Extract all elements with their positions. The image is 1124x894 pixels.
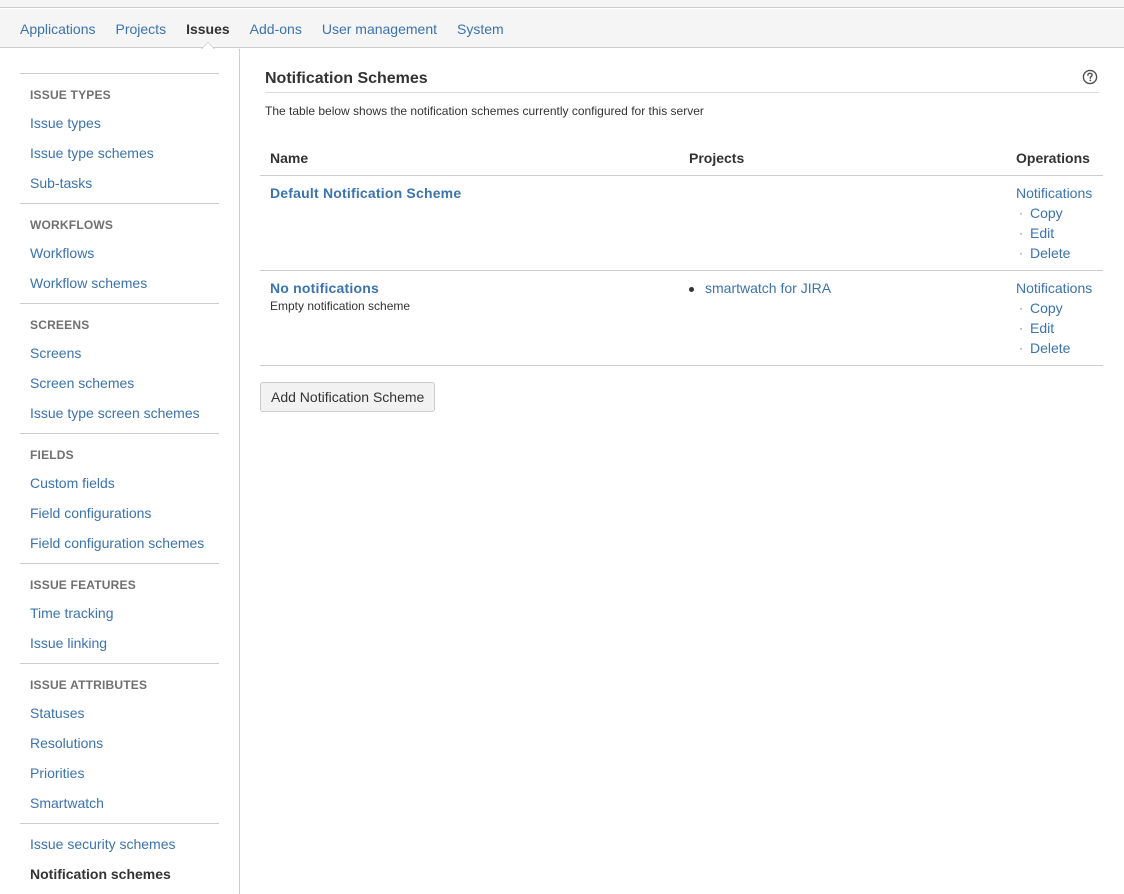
- nav-tab-label[interactable]: Applications: [20, 21, 96, 37]
- sidebar-heading-fields: FIELDS: [30, 448, 74, 462]
- sidebar-section-divider: [20, 563, 219, 564]
- sidebar-item-issue-security-schemes[interactable]: Issue security schemes: [30, 835, 176, 853]
- bullet-icon: [689, 287, 694, 292]
- sidebar-heading-workflows: WORKFLOWS: [30, 218, 114, 232]
- table-row-divider: [260, 365, 1103, 366]
- nav-tab-label[interactable]: Issues: [186, 21, 230, 37]
- sidebar-item-smartwatch[interactable]: Smartwatch: [30, 794, 104, 812]
- nav-tab-issues[interactable]: Issues: [176, 9, 240, 49]
- separator-dot: ·: [1019, 226, 1023, 240]
- nav-tab-user-management[interactable]: User management: [312, 9, 447, 48]
- scheme-name-link[interactable]: Default Notification Scheme: [270, 185, 461, 201]
- separator-dot: ·: [1019, 321, 1023, 335]
- sidebar-heading-screens: SCREENS: [30, 318, 90, 332]
- sidebar-item-statuses[interactable]: Statuses: [30, 704, 84, 722]
- nav-tab-add-ons[interactable]: Add-ons: [240, 9, 312, 48]
- header-strip: [0, 0, 1124, 8]
- edit-link[interactable]: Edit: [1030, 320, 1054, 336]
- separator-dot: ·: [1019, 246, 1023, 260]
- column-header-operations: Operations: [1016, 150, 1090, 166]
- edit-link[interactable]: Edit: [1030, 225, 1054, 241]
- sidebar-item-workflows[interactable]: Workflows: [30, 244, 94, 262]
- scheme-description: Empty notification scheme: [270, 299, 411, 313]
- page-title: Notification Schemes: [265, 70, 428, 87]
- sidebar-heading-issue-attributes: ISSUE ATTRIBUTES: [30, 678, 148, 692]
- nav-tab-label[interactable]: Projects: [116, 21, 167, 37]
- page-description: The table below shows the notification s…: [265, 104, 704, 118]
- sidebar-section-divider: [20, 663, 219, 664]
- sidebar-section-divider: [20, 433, 219, 434]
- sidebar-item-priorities[interactable]: Priorities: [30, 764, 84, 782]
- nav-tab-label[interactable]: Add-ons: [250, 21, 302, 37]
- copy-link[interactable]: Copy: [1030, 300, 1063, 316]
- sidebar-heading-issue-features: ISSUE FEATURES: [30, 578, 136, 592]
- scheme-name-link[interactable]: No notifications: [270, 280, 379, 296]
- sidebar-item-sub-tasks[interactable]: Sub-tasks: [30, 174, 92, 192]
- sidebar-item-issue-type-schemes[interactable]: Issue type schemes: [30, 144, 154, 162]
- sidebar-item-screen-schemes[interactable]: Screen schemes: [30, 374, 134, 392]
- sidebar-item-field-configurations[interactable]: Field configurations: [30, 504, 151, 522]
- nav-tab-projects[interactable]: Projects: [106, 9, 177, 48]
- sidebar-item-workflow-schemes[interactable]: Workflow schemes: [30, 274, 147, 292]
- sidebar-item-time-tracking[interactable]: Time tracking: [30, 604, 114, 622]
- table-header-divider: [260, 175, 1103, 176]
- delete-link[interactable]: Delete: [1030, 340, 1070, 356]
- title-divider: [265, 92, 1099, 93]
- question-circle-icon[interactable]: [1082, 69, 1098, 85]
- nav-tab-label[interactable]: User management: [322, 21, 437, 37]
- table-row-divider: [260, 270, 1103, 271]
- sidebar-section-divider: [20, 73, 219, 74]
- sidebar-item-field-configuration-schemes[interactable]: Field configuration schemes: [30, 534, 204, 552]
- main-content: Notification Schemes The table below sho…: [241, 49, 1124, 894]
- separator-dot: ·: [1019, 206, 1023, 220]
- delete-link[interactable]: Delete: [1030, 245, 1070, 261]
- nav-tab-label[interactable]: System: [457, 21, 504, 37]
- notifications-link[interactable]: Notifications: [1016, 280, 1092, 296]
- project-link[interactable]: smartwatch for JIRA: [705, 280, 831, 296]
- admin-sidebar: ISSUE TYPES Issue types Issue type schem…: [0, 49, 240, 894]
- notifications-link[interactable]: Notifications: [1016, 185, 1092, 201]
- admin-top-nav: Applications Projects Issues Add-ons Use…: [0, 9, 1124, 49]
- sidebar-section-divider: [20, 303, 219, 304]
- nav-tab-system[interactable]: System: [447, 9, 514, 48]
- sidebar-item-notification-schemes[interactable]: Notification schemes: [30, 865, 171, 883]
- sidebar-item-issue-linking[interactable]: Issue linking: [30, 634, 107, 652]
- separator-dot: ·: [1019, 301, 1023, 315]
- separator-dot: ·: [1019, 341, 1023, 355]
- sidebar-section-divider: [20, 203, 219, 204]
- sidebar-heading-issue-types: ISSUE TYPES: [30, 88, 111, 102]
- sidebar-item-resolutions[interactable]: Resolutions: [30, 734, 103, 752]
- add-notification-scheme-button[interactable]: Add Notification Scheme: [260, 382, 436, 412]
- sidebar-section-divider: [20, 823, 219, 824]
- column-header-name: Name: [270, 150, 309, 166]
- sidebar-item-custom-fields[interactable]: Custom fields: [30, 474, 115, 492]
- sidebar-item-issue-type-screen-schemes[interactable]: Issue type screen schemes: [30, 404, 200, 422]
- sidebar-item-screens[interactable]: Screens: [30, 344, 81, 362]
- column-header-projects: Projects: [689, 150, 745, 166]
- sidebar-item-issue-types[interactable]: Issue types: [30, 114, 101, 132]
- copy-link[interactable]: Copy: [1030, 205, 1063, 221]
- nav-tab-applications[interactable]: Applications: [10, 9, 106, 48]
